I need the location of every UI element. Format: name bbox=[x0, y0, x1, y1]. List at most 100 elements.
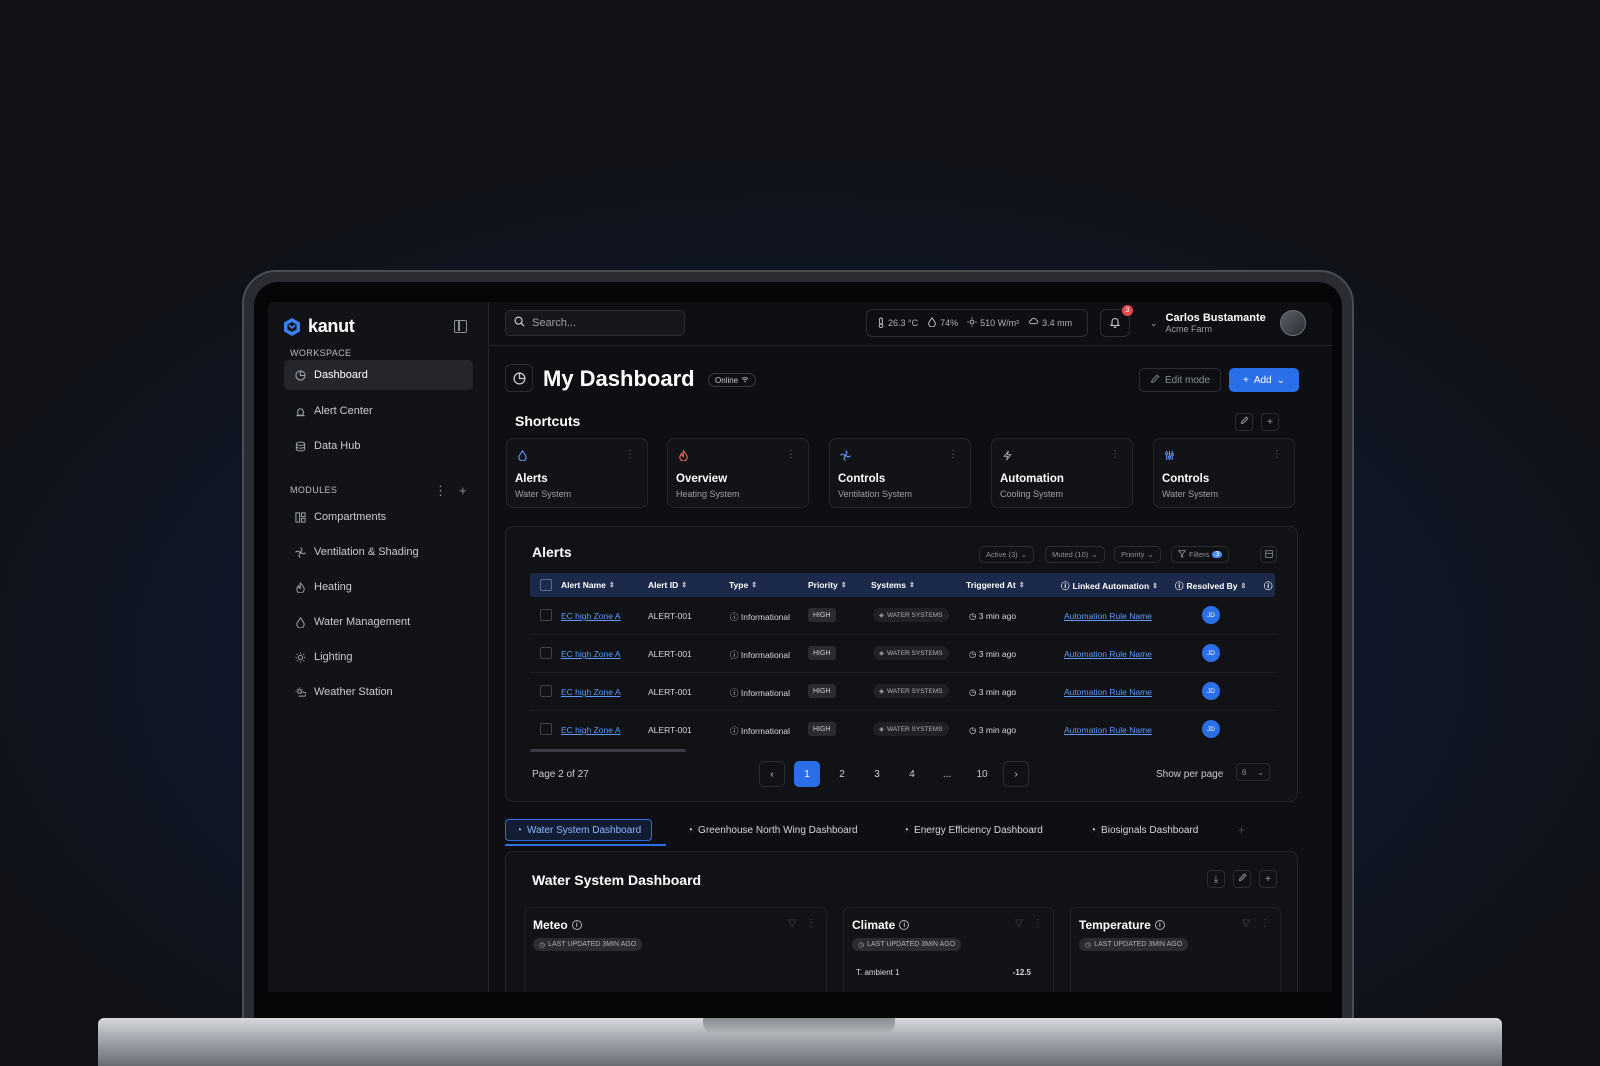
page-button[interactable]: 1 bbox=[794, 761, 820, 787]
avatar[interactable] bbox=[1279, 310, 1306, 336]
avatar[interactable]: JD bbox=[1202, 682, 1220, 700]
page-button[interactable]: 2 bbox=[829, 761, 855, 787]
info-icon[interactable]: i bbox=[571, 920, 582, 930]
automation-link[interactable]: Automation Rule Name bbox=[1064, 649, 1152, 659]
more-vertical-icon[interactable]: ⋮ bbox=[948, 449, 958, 460]
user-menu[interactable]: ⌄ Carlos Bustamante Acme Farm bbox=[1150, 310, 1306, 336]
edit-shortcuts-button[interactable] bbox=[1235, 413, 1253, 431]
table-row[interactable]: EC high Zone A ALERT-001 ⓘ Informational… bbox=[530, 673, 1275, 711]
column-header[interactable]: Triggered At ⇕ bbox=[966, 580, 1025, 590]
sidebar-item-lighting[interactable]: Lighting bbox=[284, 642, 473, 672]
sidebar-item-dashboard[interactable]: Dashboard bbox=[284, 360, 473, 390]
automation-link[interactable]: Automation Rule Name bbox=[1064, 611, 1152, 621]
plus-icon[interactable]: + bbox=[459, 483, 467, 499]
more-vertical-icon[interactable]: ⋮ bbox=[1033, 918, 1043, 929]
sidebar-item-heating[interactable]: Heating bbox=[284, 572, 473, 602]
edit-dashboard-button[interactable] bbox=[1233, 870, 1251, 888]
shortcut-card[interactable]: ⋮ Alerts Water System bbox=[506, 438, 648, 508]
alert-name-link[interactable]: EC high Zone A bbox=[561, 649, 621, 659]
column-header[interactable]: Alert Name ⇕ bbox=[561, 580, 615, 590]
more-vertical-icon[interactable]: ⋮ bbox=[434, 483, 447, 499]
info-icon[interactable]: ⓘ bbox=[1264, 580, 1273, 592]
table-row[interactable]: EC high Zone A ALERT-001 ⓘ Informational… bbox=[530, 711, 1275, 749]
sidebar-item-data-hub[interactable]: Data Hub bbox=[284, 431, 473, 461]
add-shortcut-button[interactable]: + bbox=[1261, 413, 1279, 431]
alert-name-link[interactable]: EC high Zone A bbox=[561, 687, 621, 697]
sidebar-item-weather-station[interactable]: Weather Station bbox=[284, 677, 473, 707]
info-icon[interactable]: i bbox=[1154, 920, 1165, 930]
sidebar-toggle-icon[interactable] bbox=[454, 320, 467, 333]
notifications-button[interactable]: 3 bbox=[1100, 305, 1133, 337]
more-vertical-icon[interactable]: ⋮ bbox=[1110, 449, 1120, 460]
add-tab-icon[interactable]: + bbox=[1238, 823, 1245, 837]
next-page-button[interactable]: › bbox=[1003, 761, 1029, 787]
avatar[interactable]: JD bbox=[1202, 720, 1220, 738]
plus-icon: + bbox=[1265, 873, 1271, 885]
shortcut-card[interactable]: ⋮ Controls Water System bbox=[1153, 438, 1295, 508]
prev-page-button[interactable]: ‹ bbox=[759, 761, 785, 787]
columns-button[interactable] bbox=[1260, 546, 1277, 563]
active-filter[interactable]: Active (3) ⌄ bbox=[979, 546, 1034, 563]
modules-label: MODULES bbox=[290, 485, 338, 495]
tab-energy-efficiency-dashboard[interactable]: ◔ Energy Efficiency Dashboard bbox=[893, 819, 1053, 841]
shortcut-card[interactable]: ⋮ Automation Cooling System bbox=[991, 438, 1133, 508]
column-header[interactable]: Type ⇕ bbox=[729, 580, 757, 590]
column-header[interactable]: Systems ⇕ bbox=[871, 580, 915, 590]
more-vertical-icon[interactable]: ⋮ bbox=[786, 449, 796, 460]
column-header[interactable]: ⓘ Linked Automation ⇕ bbox=[1061, 580, 1158, 592]
automation-link[interactable]: Automation Rule Name bbox=[1064, 687, 1152, 697]
shortcut-card[interactable]: ⋮ Controls Ventilation System bbox=[829, 438, 971, 508]
download-icon: ⤓ bbox=[1213, 873, 1219, 885]
muted-filter[interactable]: Muted (10) ⌄ bbox=[1045, 546, 1105, 563]
triggered-at: ◷ 3 min ago bbox=[969, 687, 1017, 697]
logo[interactable]: kanut bbox=[282, 316, 355, 337]
shortcut-card[interactable]: ⋮ Overview Heating System bbox=[667, 438, 809, 508]
alert-name-link[interactable]: EC high Zone A bbox=[561, 611, 621, 621]
search-input[interactable]: Search... bbox=[505, 310, 685, 336]
automation-link[interactable]: Automation Rule Name bbox=[1064, 725, 1152, 735]
more-vertical-icon[interactable]: ⋮ bbox=[1260, 918, 1270, 929]
row-checkbox[interactable] bbox=[540, 647, 552, 659]
tab-greenhouse-north-wing-dashboard[interactable]: ◔ Greenhouse North Wing Dashboard bbox=[677, 819, 868, 841]
filter-icon[interactable]: ▽ bbox=[1242, 918, 1250, 929]
alert-name-link[interactable]: EC high Zone A bbox=[561, 725, 621, 735]
avatar[interactable]: JD bbox=[1202, 644, 1220, 662]
add-widget-button[interactable]: + bbox=[1259, 870, 1277, 888]
row-checkbox[interactable] bbox=[540, 723, 552, 735]
more-vertical-icon[interactable]: ⋮ bbox=[806, 918, 816, 929]
table-row[interactable]: EC high Zone A ALERT-001 ⓘ Informational… bbox=[530, 635, 1275, 673]
sidebar-item-alert-center[interactable]: Alert Center bbox=[284, 396, 473, 426]
priority-filter[interactable]: Priority ⌄ bbox=[1114, 546, 1161, 563]
tab-water-system-dashboard[interactable]: ◔ Water System Dashboard bbox=[505, 819, 653, 841]
alerts-card: Alerts Active (3) ⌄ Muted (10) ⌄ Priorit… bbox=[505, 526, 1298, 802]
filter-icon[interactable]: ▽ bbox=[788, 918, 796, 929]
per-page-select[interactable]: 6 ⌄ bbox=[1236, 763, 1270, 781]
column-header[interactable]: ⓘ Resolved By ⇕ bbox=[1175, 580, 1246, 592]
page-button[interactable]: 4 bbox=[899, 761, 925, 787]
more-vertical-icon[interactable]: ⋮ bbox=[625, 449, 635, 460]
table-row[interactable]: EC high Zone A ALERT-001 ⓘ Informational… bbox=[530, 597, 1275, 635]
filter-icon[interactable]: ▽ bbox=[1015, 918, 1023, 929]
avatar[interactable]: JD bbox=[1202, 606, 1220, 624]
select-all-checkbox[interactable] bbox=[540, 579, 552, 591]
edit-mode-button[interactable]: Edit mode bbox=[1139, 368, 1221, 392]
more-vertical-icon[interactable]: ⋮ bbox=[1272, 449, 1282, 460]
row-checkbox[interactable] bbox=[540, 685, 552, 697]
page-button[interactable]: 3 bbox=[864, 761, 890, 787]
info-icon: ⓘ bbox=[730, 726, 741, 736]
alert-type: ⓘ Informational bbox=[730, 650, 791, 660]
column-header[interactable]: Priority ⇕ bbox=[808, 580, 847, 590]
filters-button[interactable]: Filters 3 bbox=[1171, 546, 1230, 563]
sidebar-item-ventilation[interactable]: Ventilation & Shading bbox=[284, 537, 473, 567]
info-icon[interactable]: i bbox=[899, 920, 910, 930]
sidebar-item-water-management[interactable]: Water Management bbox=[284, 607, 473, 637]
tab-biosignals-dashboard[interactable]: ◔ Biosignals Dashboard bbox=[1080, 819, 1208, 841]
download-button[interactable]: ⤓ bbox=[1207, 870, 1225, 888]
water-icon: ◈ bbox=[879, 612, 884, 619]
column-header[interactable]: Alert ID ⇕ bbox=[648, 580, 687, 590]
add-button[interactable]: + Add ⌄ bbox=[1229, 368, 1299, 392]
horizontal-scrollbar[interactable] bbox=[530, 749, 686, 752]
page-button[interactable]: 10 bbox=[969, 761, 995, 787]
sidebar-item-compartments[interactable]: Compartments bbox=[284, 502, 473, 532]
row-checkbox[interactable] bbox=[540, 609, 552, 621]
